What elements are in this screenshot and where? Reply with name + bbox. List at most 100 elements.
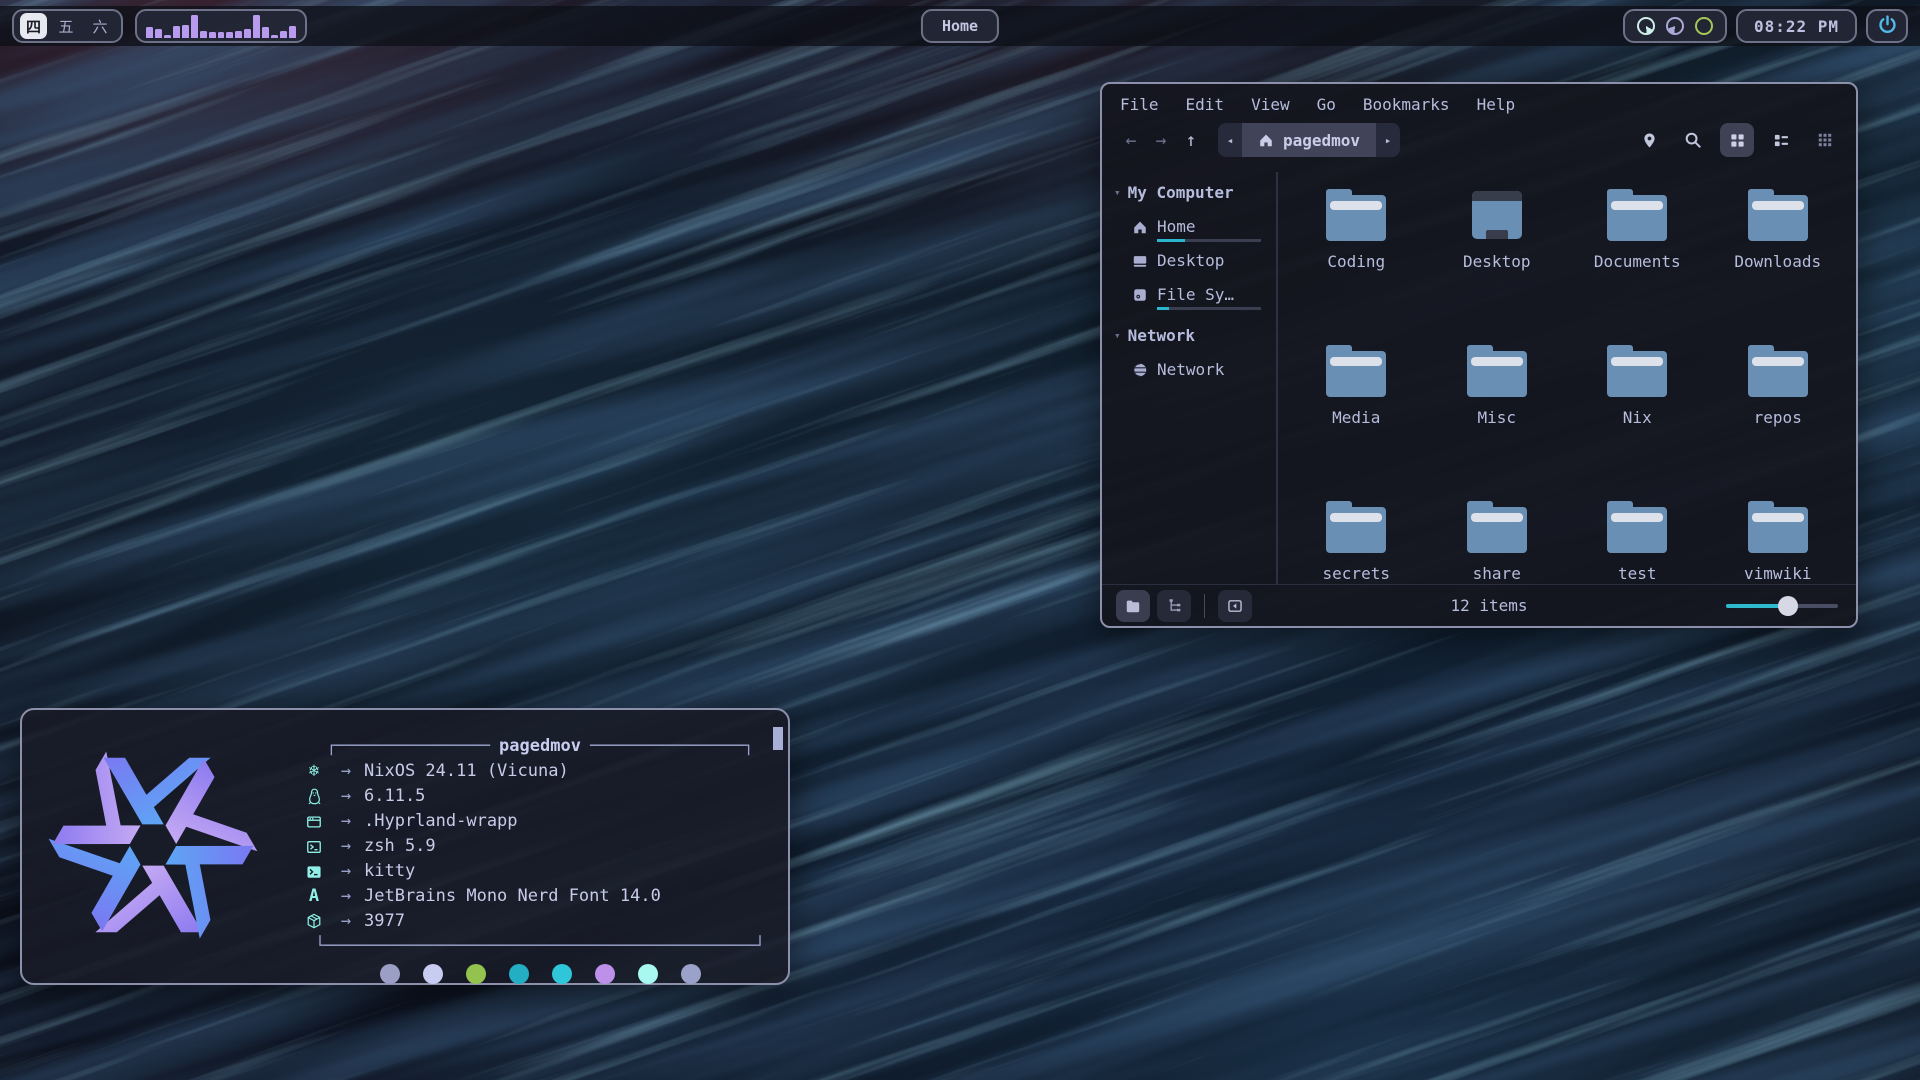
- fetch-header-rule: ┌───────────────: [326, 734, 490, 759]
- sidebar-section-network[interactable]: ▾ Network: [1114, 319, 1274, 352]
- folder-item[interactable]: Misc: [1427, 344, 1568, 500]
- terminal-window[interactable]: ┌───────────────pagedmov───────────────┐…: [20, 708, 790, 985]
- folder-label: secrets: [1323, 564, 1390, 583]
- folder-item[interactable]: Downloads: [1708, 188, 1849, 344]
- folder-label: repos: [1754, 408, 1802, 427]
- fetch-row-os: ❄ → NixOS 24.11 (Vicuna): [300, 759, 780, 784]
- top-bar: 四 五 六 Home 08:22 PM: [0, 6, 1920, 46]
- chevron-down-icon[interactable]: ▾: [1114, 329, 1121, 342]
- fetch-value: kitty: [364, 859, 415, 884]
- folder-item[interactable]: secrets: [1286, 500, 1427, 656]
- nixos-logo: [46, 738, 260, 952]
- folder-label: test: [1618, 564, 1657, 583]
- back-button[interactable]: ←: [1116, 130, 1146, 151]
- workspace-switcher[interactable]: 四 五 六: [12, 9, 123, 43]
- search-button[interactable]: [1676, 123, 1710, 157]
- chevron-down-icon[interactable]: ▾: [1114, 186, 1121, 199]
- sidebar-toggle-button[interactable]: [1218, 590, 1252, 622]
- compact-view-icon: [1817, 132, 1833, 148]
- folder-item[interactable]: share: [1427, 500, 1568, 656]
- terminal-cursor: [773, 727, 783, 750]
- fetch-footer-rule: └───────────────────────────────────────…: [315, 934, 765, 959]
- view-grid-button[interactable]: [1720, 123, 1754, 157]
- folder-small-icon: [1125, 598, 1141, 614]
- fetch-value: NixOS 24.11 (Vicuna): [364, 759, 569, 784]
- sidebar-item-filesystem[interactable]: File Sy…: [1132, 285, 1264, 310]
- sidebar-section-label: Network: [1128, 326, 1195, 345]
- fetch-value: 6.11.5: [364, 784, 425, 809]
- folder-item[interactable]: test: [1567, 500, 1708, 656]
- folder-label: Documents: [1594, 252, 1681, 271]
- view-list-button[interactable]: [1764, 123, 1798, 157]
- bar-right-modules: 08:22 PM: [1623, 9, 1908, 43]
- workspace-pill-active[interactable]: 四: [20, 13, 47, 39]
- workspace-pill[interactable]: 六: [85, 13, 115, 39]
- folder-icon: [1324, 344, 1388, 398]
- fm-sidebar: ▾ My Computer Home Desktop File Sy… ▾ Ne…: [1102, 166, 1274, 584]
- cpu-gauge-icon: [1637, 17, 1655, 35]
- view-compact-button[interactable]: [1808, 123, 1842, 157]
- location-pin-button[interactable]: [1632, 123, 1666, 157]
- power-icon: [1878, 15, 1897, 38]
- slider-thumb[interactable]: [1778, 596, 1798, 616]
- sidebar-item-network[interactable]: Network: [1132, 360, 1264, 385]
- sidebar-item-label: Network: [1157, 360, 1224, 379]
- sidebar-toggle-icon: [1227, 598, 1243, 614]
- folder-label: Misc: [1477, 408, 1516, 427]
- folder-icon: [1746, 500, 1810, 554]
- menu-file[interactable]: File: [1120, 95, 1159, 114]
- breadcrumb-current[interactable]: pagedmov: [1242, 123, 1376, 157]
- menu-bookmarks[interactable]: Bookmarks: [1363, 95, 1450, 114]
- fetch-header: ┌───────────────pagedmov───────────────┐: [300, 734, 780, 759]
- fetch-value: .Hyprland-wrapp: [364, 809, 518, 834]
- folder-item[interactable]: Coding: [1286, 188, 1427, 344]
- system-gauges[interactable]: [1623, 9, 1727, 43]
- menu-view[interactable]: View: [1251, 95, 1290, 114]
- workspace-pill[interactable]: 五: [51, 13, 81, 39]
- folder-item[interactable]: Desktop: [1427, 188, 1568, 344]
- folder-item[interactable]: vimwiki: [1708, 500, 1849, 656]
- sidebar-item-home[interactable]: Home: [1132, 217, 1264, 242]
- fm-body: ▾ My Computer Home Desktop File Sy… ▾ Ne…: [1102, 166, 1856, 584]
- arrow-icon: →: [328, 884, 364, 909]
- tree-icon: [1167, 598, 1182, 613]
- terminal-color-palette: [300, 964, 780, 984]
- up-button[interactable]: ↑: [1176, 130, 1206, 151]
- statusbar-divider: [1204, 594, 1205, 618]
- fetch-row-packages: → 3977: [300, 909, 780, 934]
- visualizer-bars: [146, 14, 296, 38]
- menu-go[interactable]: Go: [1317, 95, 1336, 114]
- disk-gauge-icon: [1695, 17, 1713, 35]
- clock[interactable]: 08:22 PM: [1736, 9, 1857, 43]
- breadcrumb-prev-button[interactable]: ◂: [1218, 123, 1242, 157]
- breadcrumb-next-button[interactable]: ▸: [1376, 123, 1400, 157]
- fm-tool-icons: [1632, 123, 1842, 157]
- item-count: 12 items: [1259, 596, 1719, 615]
- fetch-footer: └───────────────────────────────────────…: [300, 934, 780, 959]
- menu-edit[interactable]: Edit: [1186, 95, 1225, 114]
- power-button[interactable]: [1866, 9, 1908, 43]
- folder-icon: [1324, 500, 1388, 554]
- sidebar-item-desktop[interactable]: Desktop: [1132, 251, 1264, 276]
- folder-label: Nix: [1623, 408, 1652, 427]
- disk-usage-bar: [1157, 307, 1261, 310]
- zoom-slider[interactable]: [1726, 596, 1838, 616]
- fastfetch-output: ┌───────────────pagedmov───────────────┐…: [300, 734, 780, 984]
- fetch-value: JetBrains Mono Nerd Font 14.0: [364, 884, 661, 909]
- sidebar-item-label: Home: [1157, 217, 1196, 236]
- forward-button[interactable]: →: [1146, 130, 1176, 151]
- folder-label: Desktop: [1463, 252, 1530, 271]
- fm-menubar: File Edit View Go Bookmarks Help: [1102, 84, 1856, 120]
- sidebar-section-my-computer[interactable]: ▾ My Computer: [1114, 176, 1274, 209]
- home-icon: [1132, 219, 1148, 235]
- folder-item[interactable]: Nix: [1567, 344, 1708, 500]
- icon-view-toggle[interactable]: [1116, 590, 1150, 622]
- list-view-icon: [1773, 132, 1790, 149]
- folder-item[interactable]: repos: [1708, 344, 1849, 500]
- tree-view-toggle[interactable]: [1157, 590, 1191, 622]
- folder-item[interactable]: Documents: [1567, 188, 1708, 344]
- fetch-value: zsh 5.9: [364, 834, 436, 859]
- folder-label: Downloads: [1734, 252, 1821, 271]
- folder-item[interactable]: Media: [1286, 344, 1427, 500]
- menu-help[interactable]: Help: [1477, 95, 1516, 114]
